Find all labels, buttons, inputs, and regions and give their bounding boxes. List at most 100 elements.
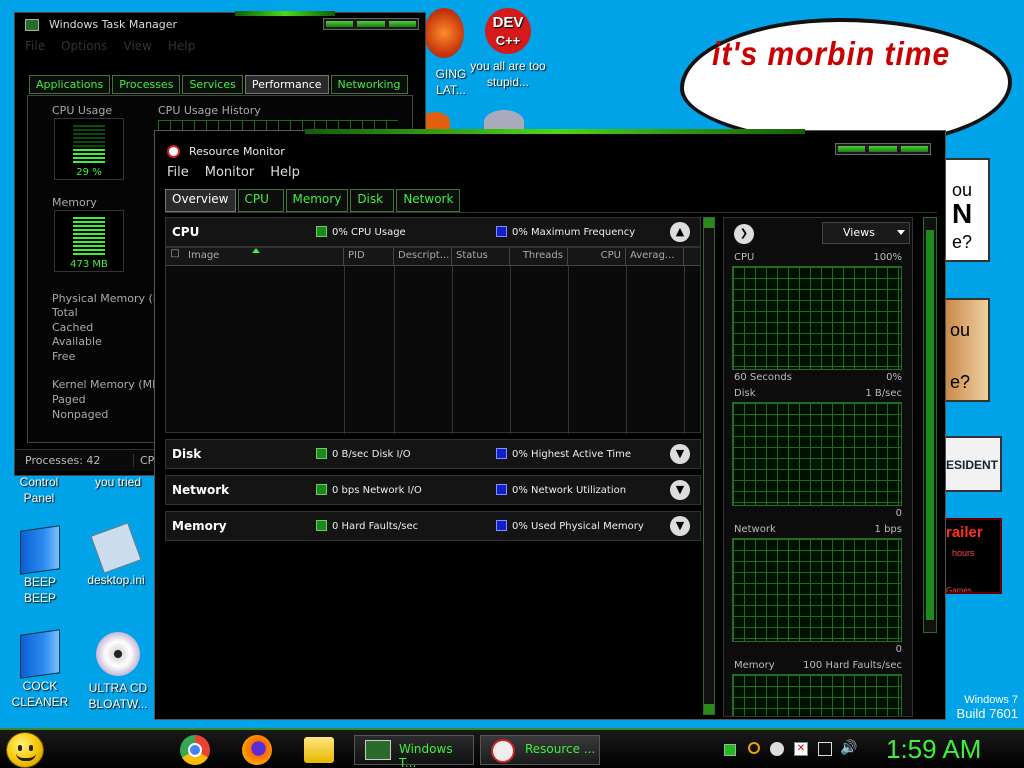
collapse-panel-button[interactable]: ❯ [734, 224, 754, 244]
desktop-icon-you-tried[interactable]: you tried [80, 474, 156, 490]
tab-performance[interactable]: Performance [244, 75, 329, 94]
network-icon[interactable] [818, 742, 832, 756]
physical-row-cached: Cached [52, 320, 94, 334]
max-frequency-legend: 0% Maximum Frequency [496, 226, 635, 238]
memory-section-header[interactable]: Memory 0 Hard Faults/sec 0% Used Physica… [165, 511, 701, 541]
kernel-row-nonpaged: Nonpaged [52, 408, 109, 421]
desktop-icon-label: Control Panel [19, 475, 59, 505]
column-image[interactable]: Image [184, 248, 344, 265]
chat-icon[interactable] [770, 742, 784, 756]
desktop-icon-label: BEEP BEEP [23, 575, 56, 605]
tab-network[interactable]: Network [396, 189, 461, 212]
column-average[interactable]: Averag... [626, 248, 684, 265]
sort-indicator-icon [252, 248, 260, 253]
column-cpu[interactable]: CPU [568, 248, 626, 265]
dev-cpp-icon: DEV C++ [485, 8, 531, 54]
cpu-section-header[interactable]: CPU 0% CPU Usage 0% Maximum Frequency ▲ [165, 217, 701, 247]
tab-memory[interactable]: Memory [285, 189, 349, 212]
resource-monitor-titlebar[interactable]: Resource Monitor [155, 131, 945, 161]
resource-monitor-window[interactable]: Resource Monitor File Monitor Help Overv… [154, 129, 946, 720]
tab-overview[interactable]: Overview [165, 189, 236, 212]
section-title: Network [172, 483, 230, 497]
memory-value: 473 MB [70, 259, 108, 270]
system-tray: ✕ 🔊 [720, 740, 860, 760]
clock[interactable]: 1:59 AM [886, 734, 981, 765]
desktop-icon-devcpp[interactable]: DEV C++ you all are too stupid... [470, 8, 546, 90]
column-select[interactable]: □ [166, 248, 184, 265]
expand-network-button[interactable]: ▼ [670, 480, 690, 500]
physical-row-available: Available [52, 335, 102, 348]
menu-view[interactable]: View [123, 39, 151, 53]
column-threads[interactable]: Threads [510, 248, 568, 265]
main-scrollbar[interactable] [703, 217, 715, 715]
desktop-icon-desktop-ini[interactable]: desktop.ini [78, 522, 154, 588]
graph-network-min: 0 [895, 644, 902, 655]
book-icon [20, 629, 60, 679]
column-pid[interactable]: PID [344, 248, 394, 265]
tab-disk[interactable]: Disk [350, 189, 395, 212]
volume-icon[interactable]: 🔊 [840, 740, 857, 756]
cpu-process-table: □ Image PID Descript... Status Threads C… [165, 247, 701, 434]
used-memory-legend: 0% Used Physical Memory [496, 520, 644, 532]
folder-icon[interactable] [304, 737, 334, 763]
graph-scrollbar[interactable] [923, 217, 937, 633]
cd-icon [96, 632, 140, 676]
graph-cpu-timespan: 60 Seconds [734, 372, 792, 383]
graph-network-title: Network [734, 524, 776, 535]
tab-applications[interactable]: Applications [29, 75, 111, 94]
desktop-icon-beep[interactable]: BEEP BEEP [2, 525, 78, 606]
window-controls[interactable] [323, 18, 419, 30]
taskbar-app-resource-monitor[interactable]: Resource ... [480, 735, 600, 765]
menu-help[interactable]: Help [168, 39, 195, 53]
start-button[interactable] [6, 732, 44, 768]
physical-row-total: Total [52, 306, 78, 319]
column-status[interactable]: Status [452, 248, 510, 265]
kernel-row-paged: Paged [52, 393, 86, 406]
expand-disk-button[interactable]: ▼ [670, 444, 690, 464]
desktop-icon-label: ULTRA CD BLOATW... [88, 681, 148, 711]
bubble-text: it's morbin time [712, 36, 951, 73]
menu-help[interactable]: Help [270, 165, 300, 180]
section-title: CPU [172, 225, 200, 239]
cpu-usage-label: CPU Usage [52, 104, 113, 117]
disk-section-header[interactable]: Disk 0 B/sec Disk I/O 0% Highest Active … [165, 439, 701, 469]
task-manager-titlebar[interactable]: Windows Task Manager [15, 13, 425, 37]
cpu-graph [732, 266, 902, 370]
menu-file[interactable]: File [167, 165, 189, 180]
views-dropdown[interactable]: Views [822, 222, 910, 244]
menu-options[interactable]: Options [61, 39, 107, 53]
expand-memory-button[interactable]: ▼ [670, 516, 690, 536]
taskbar-app-task-manager[interactable]: Windows T... [354, 735, 474, 768]
tab-processes[interactable]: Processes [112, 75, 181, 94]
chevron-down-icon [897, 230, 905, 235]
tab-cpu[interactable]: CPU [237, 189, 284, 212]
desktop-icon-ultra-cd[interactable]: ULTRA CD BLOATW... [80, 632, 156, 712]
book-icon [20, 525, 60, 575]
partial-image-4: railer hours Games [944, 518, 1002, 594]
flag-icon[interactable]: ✕ [794, 742, 808, 756]
window-controls[interactable] [835, 143, 931, 155]
tab-services[interactable]: Services [182, 75, 243, 94]
disk-io-legend: 0 B/sec Disk I/O [316, 448, 411, 460]
desktop-icon-control-panel[interactable]: Control Panel [6, 474, 72, 506]
tab-networking[interactable]: Networking [330, 75, 408, 94]
desktop-icon-label: COCK CLEANER [11, 679, 69, 709]
collapse-cpu-button[interactable]: ▲ [670, 222, 690, 242]
desktop: { "desktop": { "bubble_text": "it's morb… [0, 0, 1024, 768]
menu-file[interactable]: File [25, 39, 45, 53]
column-description[interactable]: Descript... [394, 248, 452, 265]
chrome-icon[interactable] [180, 735, 210, 765]
window-title: Resource Monitor [189, 145, 285, 158]
speech-bubble: it's morbin time [680, 18, 1012, 146]
disk-graph [732, 402, 902, 506]
green-status-icon[interactable] [724, 744, 736, 756]
graph-disk-min: 0 [895, 508, 902, 519]
graph-network-max: 1 bps [874, 524, 902, 535]
desktop-icon-cock-cleaner[interactable]: COCK CLEANER [2, 629, 78, 710]
search-icon[interactable] [748, 742, 760, 754]
network-graph [732, 538, 902, 642]
network-section-header[interactable]: Network 0 bps Network I/O 0% Network Uti… [165, 475, 701, 505]
menu-monitor[interactable]: Monitor [205, 165, 254, 180]
status-processes: Processes: 42 [25, 454, 101, 467]
firefox-icon[interactable] [242, 735, 272, 765]
